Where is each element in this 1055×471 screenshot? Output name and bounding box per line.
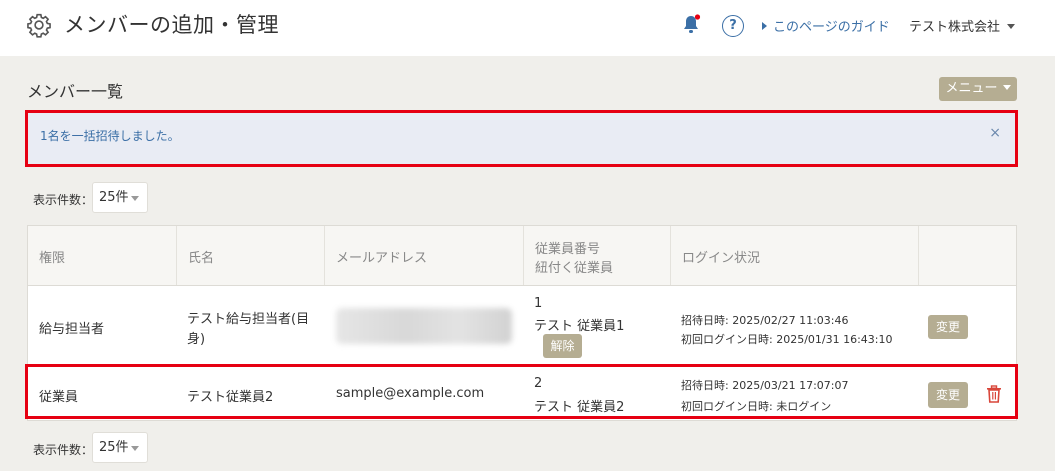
chevron-down-icon bbox=[131, 446, 139, 451]
alert-message: 1名を一括招待しました。 bbox=[40, 129, 180, 143]
guide-link-label: このページのガイド bbox=[773, 20, 890, 35]
column-header-employee-no-label: 従業員番号 bbox=[535, 242, 601, 257]
page-title: メンバーの追加・管理 bbox=[64, 13, 279, 37]
top-header: メンバーの追加・管理 ? このページのガイド テスト株式会社 bbox=[0, 0, 1055, 56]
per-page-value: 25件 bbox=[99, 190, 129, 205]
trash-icon[interactable] bbox=[986, 385, 1002, 403]
menu-button-label: メニュー bbox=[945, 81, 998, 96]
redacted-email bbox=[336, 308, 512, 344]
per-page-value: 25件 bbox=[99, 440, 129, 455]
column-header-linked-employee-label: 紐付く従業員 bbox=[535, 261, 614, 276]
guide-link[interactable]: このページのガイド bbox=[762, 16, 890, 35]
row-name-line2: 身) bbox=[187, 332, 206, 347]
column-header-employee: 従業員番号 紐付く従業員 bbox=[524, 226, 671, 285]
column-header-role-label: 権限 bbox=[39, 251, 66, 266]
column-header-name-label: 氏名 bbox=[188, 251, 215, 266]
column-header-name: 氏名 bbox=[177, 226, 325, 285]
chevron-down-icon bbox=[1007, 24, 1016, 29]
per-page-label: 表示件数： bbox=[33, 193, 94, 207]
column-header-email: メールアドレス bbox=[325, 226, 524, 285]
row-employee-number: 1 bbox=[534, 296, 543, 311]
company-menu[interactable]: テスト株式会社 bbox=[909, 16, 1016, 35]
bell-icon[interactable] bbox=[681, 14, 701, 36]
row-first-login: 初回ログイン日時: 2025/01/31 16:43:10 bbox=[681, 333, 893, 346]
per-page-select[interactable]: 25件 bbox=[92, 432, 148, 463]
gear-icon bbox=[27, 13, 51, 38]
change-button[interactable]: 変更 bbox=[928, 315, 968, 339]
row-name-line1: テスト給与担当者(目 bbox=[187, 312, 310, 327]
chevron-down-icon bbox=[1002, 85, 1011, 90]
column-header-actions bbox=[919, 226, 1016, 285]
unlink-button[interactable]: 解除 bbox=[543, 334, 582, 358]
company-name: テスト株式会社 bbox=[909, 20, 1001, 35]
column-header-role: 権限 bbox=[28, 226, 177, 285]
table-header: 権限 氏名 メールアドレス 従業員番号 紐付く従業員 ログイン状況 bbox=[28, 226, 1016, 286]
column-header-email-label: メールアドレス bbox=[336, 251, 428, 266]
row-invited-at: 招待日時: 2025/02/27 11:03:46 bbox=[681, 314, 849, 327]
help-icon[interactable]: ? bbox=[722, 15, 744, 37]
close-icon[interactable]: × bbox=[989, 125, 1001, 141]
column-header-login-status-label: ログイン状況 bbox=[682, 251, 761, 266]
row-employee-name: テスト 従業員1 bbox=[534, 319, 625, 334]
chevron-down-icon bbox=[131, 196, 139, 201]
menu-button[interactable]: メニュー bbox=[939, 77, 1017, 101]
success-alert: 1名を一括招待しました。 × bbox=[25, 110, 1018, 167]
section-title: メンバー一覧 bbox=[27, 82, 124, 101]
per-page-label: 表示件数： bbox=[33, 443, 94, 457]
per-page-select[interactable]: 25件 bbox=[92, 182, 148, 213]
row-role: 給与担当者 bbox=[39, 322, 105, 337]
highlighted-row-outline bbox=[25, 364, 1018, 419]
triangle-right-icon bbox=[762, 22, 767, 30]
column-header-login-status: ログイン状況 bbox=[671, 226, 919, 285]
